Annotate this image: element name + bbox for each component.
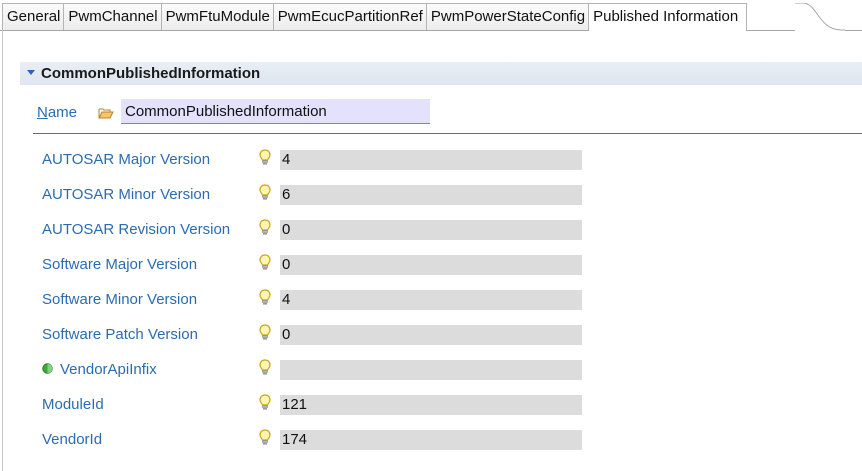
software-minor-version-label: Software Minor Version <box>42 291 198 308</box>
software-patch-version-label: Software Patch Version <box>42 326 198 343</box>
tab-general[interactable]: General <box>2 3 65 30</box>
lightbulb-icon[interactable] <box>259 219 271 236</box>
triangle-down-icon[interactable] <box>27 70 35 75</box>
lightbulb-icon[interactable] <box>259 394 271 411</box>
software-minor-version-value: 4 <box>280 290 582 310</box>
name-row-divider <box>33 133 862 134</box>
tab-pwm-ftu-module[interactable]: PwmFtuModule <box>161 3 274 30</box>
name-label: Name <box>37 104 77 122</box>
lightbulb-icon[interactable] <box>259 359 271 376</box>
software-patch-version-value: 0 <box>280 325 582 345</box>
autosar-minor-version-value: 6 <box>280 185 582 205</box>
property-row: VendorId 174 <box>0 425 862 460</box>
property-row: ModuleId 121 <box>0 390 862 425</box>
module-id-label: ModuleId <box>42 396 104 413</box>
lightbulb-icon[interactable] <box>259 149 271 166</box>
property-row: Software Major Version 0 <box>0 250 862 285</box>
autosar-revision-version-label: AUTOSAR Revision Version <box>42 221 231 238</box>
name-label-rest: ame <box>47 104 78 121</box>
section-header-common-published-information[interactable]: CommonPublishedInformation <box>20 61 862 85</box>
vendor-api-infix-label: VendorApiInfix <box>60 361 157 378</box>
lightbulb-icon[interactable] <box>259 429 271 446</box>
editor-tab-strip: General PwmChannel PwmFtuModule PwmEcucP… <box>0 0 862 31</box>
lightbulb-icon[interactable] <box>259 324 271 341</box>
section-title: CommonPublishedInformation <box>41 65 261 82</box>
lightbulb-icon[interactable] <box>259 184 271 201</box>
name-label-mnemonic: N <box>37 104 48 121</box>
green-status-icon <box>42 363 53 374</box>
lightbulb-icon[interactable] <box>259 254 271 271</box>
tab-published-information[interactable]: Published Information <box>589 3 748 31</box>
tab-pwm-ecuc-partition-ref[interactable]: PwmEcucPartitionRef <box>273 3 427 30</box>
property-row: Software Minor Version 4 <box>0 285 862 320</box>
vendor-api-infix-value <box>280 360 582 380</box>
autosar-major-version-value: 4 <box>280 150 582 170</box>
folder-open-icon <box>98 108 114 119</box>
property-row: AUTOSAR Major Version 4 <box>0 145 862 180</box>
autosar-minor-version-label: AUTOSAR Minor Version <box>42 186 211 203</box>
vendor-id-label: VendorId <box>42 431 103 448</box>
property-row: AUTOSAR Revision Version 0 <box>0 215 862 250</box>
lightbulb-icon[interactable] <box>259 289 271 306</box>
name-input[interactable] <box>121 99 430 124</box>
tab-pwm-channel[interactable]: PwmChannel <box>64 3 162 30</box>
tab-list: General PwmChannel PwmFtuModule PwmEcucP… <box>2 3 748 31</box>
vendor-id-value: 174 <box>280 430 582 450</box>
tab-pwm-power-state-config[interactable]: PwmPowerStateConfig <box>426 3 590 30</box>
module-id-value: 121 <box>280 395 582 415</box>
software-major-version-label: Software Major Version <box>42 256 198 273</box>
autosar-revision-version-value: 0 <box>280 220 582 240</box>
tab-curve-decoration <box>795 3 845 31</box>
software-major-version-value: 0 <box>280 255 582 275</box>
property-list: AUTOSAR Major Version 4 AUTOSAR Minor Ve… <box>0 145 862 460</box>
property-row: Software Patch Version 0 <box>0 320 862 355</box>
property-row: VendorApiInfix <box>0 355 862 390</box>
autosar-major-version-label: AUTOSAR Major Version <box>42 151 211 168</box>
property-row: AUTOSAR Minor Version 6 <box>0 180 862 215</box>
